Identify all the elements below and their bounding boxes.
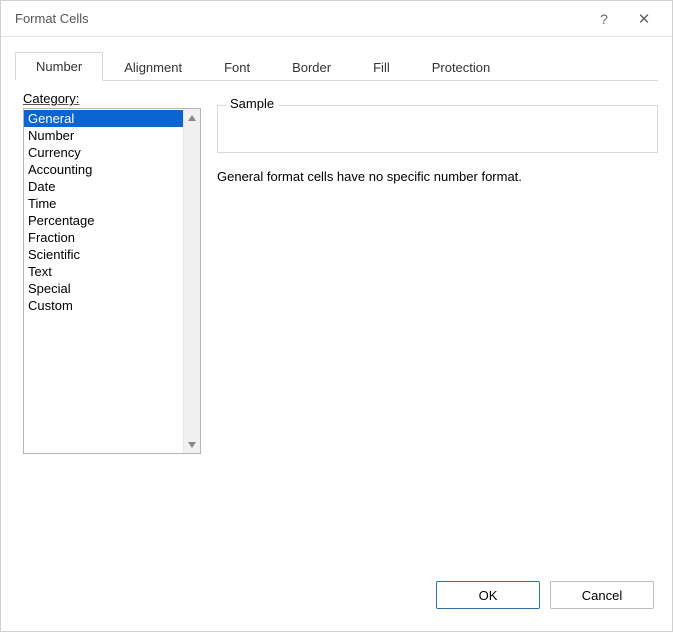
format-description: General format cells have no specific nu…: [217, 169, 658, 184]
chevron-down-icon: [188, 442, 196, 448]
list-item[interactable]: Date: [24, 178, 183, 195]
list-item[interactable]: Percentage: [24, 212, 183, 229]
dialog-title: Format Cells: [15, 11, 584, 26]
list-item[interactable]: General: [24, 110, 183, 127]
list-item[interactable]: Time: [24, 195, 183, 212]
tab-fill[interactable]: Fill: [352, 53, 411, 81]
help-button[interactable]: ?: [584, 5, 624, 33]
category-scrollbar[interactable]: [183, 109, 200, 453]
details-column: Sample General format cells have no spec…: [217, 91, 658, 573]
list-item[interactable]: Number: [24, 127, 183, 144]
tab-border[interactable]: Border: [271, 53, 352, 81]
tabs-container: Number Alignment Font Border Fill Protec…: [1, 37, 672, 81]
tab-protection[interactable]: Protection: [411, 53, 512, 81]
category-label: Category:: [23, 91, 201, 106]
list-item[interactable]: Scientific: [24, 246, 183, 263]
list-item[interactable]: Special: [24, 280, 183, 297]
list-item[interactable]: Accounting: [24, 161, 183, 178]
list-item[interactable]: Custom: [24, 297, 183, 314]
category-column: Category: General Number Currency Accoun…: [23, 91, 201, 573]
close-button[interactable]: ✕: [624, 5, 664, 33]
close-icon: ✕: [638, 10, 651, 28]
list-item[interactable]: Fraction: [24, 229, 183, 246]
scroll-down-button[interactable]: [184, 436, 200, 453]
tab-body: Category: General Number Currency Accoun…: [1, 81, 672, 573]
list-item[interactable]: Currency: [24, 144, 183, 161]
category-list: General Number Currency Accounting Date …: [24, 109, 183, 453]
tab-font[interactable]: Font: [203, 53, 271, 81]
cancel-button[interactable]: Cancel: [550, 581, 654, 609]
titlebar: Format Cells ? ✕: [1, 1, 672, 37]
tabs: Number Alignment Font Border Fill Protec…: [15, 51, 658, 81]
sample-value: [218, 106, 657, 130]
help-icon: ?: [600, 11, 608, 27]
scroll-up-button[interactable]: [184, 109, 200, 126]
format-cells-dialog: Format Cells ? ✕ Number Alignment Font B…: [0, 0, 673, 632]
dialog-footer: OK Cancel: [1, 573, 672, 631]
chevron-up-icon: [188, 115, 196, 121]
sample-group: Sample: [217, 105, 658, 153]
tab-number[interactable]: Number: [15, 52, 103, 81]
ok-button[interactable]: OK: [436, 581, 540, 609]
category-listbox[interactable]: General Number Currency Accounting Date …: [23, 108, 201, 454]
list-item[interactable]: Text: [24, 263, 183, 280]
sample-legend: Sample: [226, 96, 278, 111]
tab-alignment[interactable]: Alignment: [103, 53, 203, 81]
